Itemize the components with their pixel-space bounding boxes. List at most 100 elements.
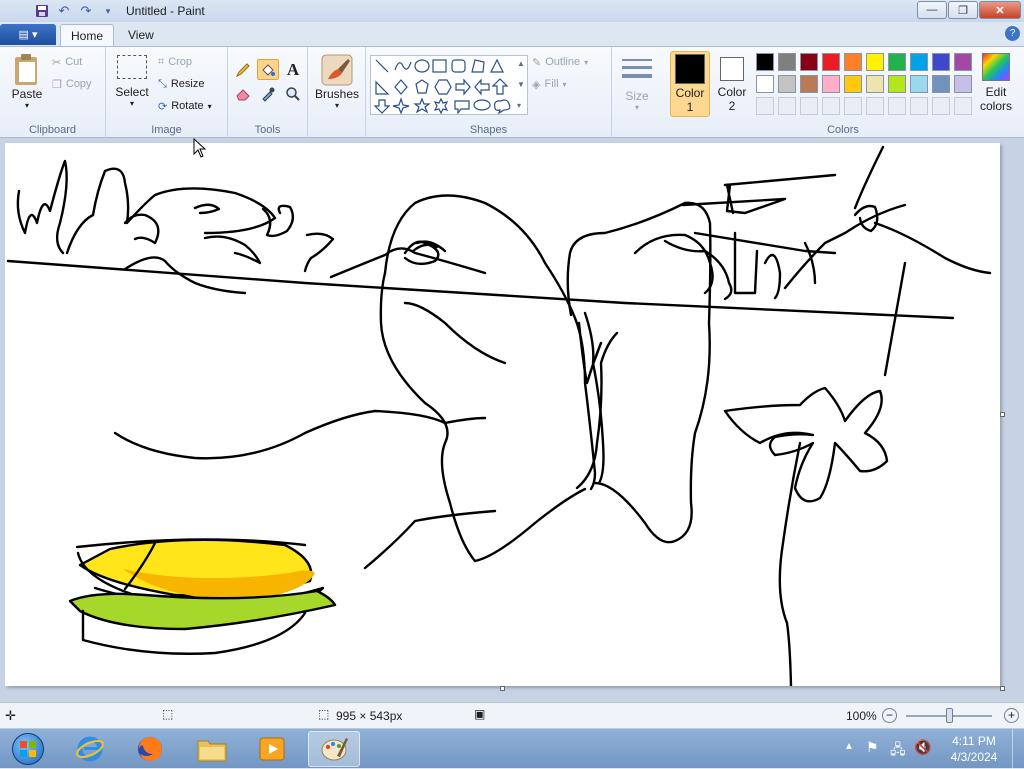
- custom-color-slot[interactable]: [756, 97, 774, 115]
- paint-menu-button[interactable]: ▤ ▾: [0, 24, 56, 45]
- volume-muted-icon[interactable]: 🔇: [914, 739, 931, 756]
- color1-label: Color: [675, 86, 705, 100]
- rotate-icon: ⟳: [158, 100, 168, 113]
- magnifier-icon[interactable]: [282, 83, 304, 104]
- horizon-line: [6, 259, 955, 320]
- resize-handle-right[interactable]: [1000, 412, 1005, 417]
- palette-swatch[interactable]: [932, 53, 950, 71]
- custom-color-slot[interactable]: [800, 97, 818, 115]
- palette-swatch[interactable]: [778, 53, 796, 71]
- size-button[interactable]: Size ▾: [618, 55, 656, 112]
- palette-swatch[interactable]: [910, 75, 928, 93]
- title-bar: ↶ ↷ ▾ Untitled - Paint — ❐ ✕: [0, 0, 1024, 22]
- image-size-icon: ⬚: [318, 707, 330, 721]
- cut-button[interactable]: ✂ Cut: [52, 53, 82, 71]
- palette-swatch[interactable]: [910, 53, 928, 71]
- canvas-workspace[interactable]: [0, 138, 1024, 702]
- up-arrow-shape-icon: [491, 78, 509, 95]
- resize-handle-corner[interactable]: [1000, 686, 1005, 691]
- paint-taskbar-icon[interactable]: [308, 731, 360, 767]
- palette-swatch[interactable]: [954, 53, 972, 71]
- palette-swatch[interactable]: [756, 75, 774, 93]
- color-picker-icon[interactable]: [257, 83, 279, 104]
- action-center-flag-icon[interactable]: ⚑: [866, 739, 879, 756]
- custom-color-slot[interactable]: [954, 97, 972, 115]
- palette-swatch[interactable]: [756, 53, 774, 71]
- tab-view[interactable]: View: [118, 24, 164, 46]
- palette-swatch[interactable]: [800, 53, 818, 71]
- palette-swatch[interactable]: [778, 75, 796, 93]
- zoom-out-button[interactable]: −: [882, 708, 897, 723]
- zoom-slider-thumb[interactable]: [946, 708, 953, 723]
- palette-swatch[interactable]: [932, 75, 950, 93]
- eraser-icon[interactable]: [232, 83, 254, 104]
- palette-swatch[interactable]: [954, 75, 972, 93]
- crop-button[interactable]: ⌗ Crop: [158, 53, 192, 71]
- redo-icon[interactable]: ↷: [78, 3, 94, 19]
- minimize-button[interactable]: —: [917, 1, 947, 19]
- help-icon[interactable]: ?: [1005, 26, 1020, 41]
- drawing-canvas[interactable]: [5, 143, 1000, 688]
- select-button[interactable]: Select ▾: [114, 55, 150, 108]
- text-icon[interactable]: A: [282, 59, 304, 80]
- media-player-icon[interactable]: [246, 731, 298, 767]
- color2-label: Color: [717, 85, 747, 99]
- start-button[interactable]: [2, 731, 54, 767]
- outline-button[interactable]: ✎ Outline ▾: [532, 53, 588, 71]
- custom-color-slot[interactable]: [778, 97, 796, 115]
- clock[interactable]: 4:11 PM 4/3/2024: [944, 733, 1004, 765]
- custom-color-slot[interactable]: [888, 97, 906, 115]
- rotate-button[interactable]: ⟳ Rotate ▾: [158, 97, 212, 115]
- palette-swatch[interactable]: [844, 53, 862, 71]
- undo-icon[interactable]: ↶: [56, 3, 72, 19]
- palette-swatch[interactable]: [866, 53, 884, 71]
- resize-button[interactable]: ⤡ Resize: [158, 75, 204, 93]
- palette-swatch[interactable]: [888, 75, 906, 93]
- pencil-icon[interactable]: [232, 59, 254, 80]
- palette-swatch[interactable]: [800, 75, 818, 93]
- custom-color-slot[interactable]: [822, 97, 840, 115]
- color2-button[interactable]: Color 2: [714, 53, 750, 113]
- shapes-group-label: Shapes: [469, 124, 508, 136]
- palette-swatch[interactable]: [822, 75, 840, 93]
- resize-label: Resize: [170, 78, 205, 90]
- custom-color-slot[interactable]: [910, 97, 928, 115]
- maximize-button[interactable]: ❐: [948, 1, 978, 19]
- crop-icon: ⌗: [158, 55, 165, 68]
- zoom-in-button[interactable]: +: [1004, 708, 1019, 723]
- network-icon[interactable]: 🖧: [890, 739, 906, 763]
- edit-colors-button[interactable]: Edit colors: [976, 53, 1016, 113]
- shapes-gallery[interactable]: ▲ ▼ ▾: [370, 55, 528, 115]
- file-explorer-icon[interactable]: [186, 731, 238, 767]
- palette-swatch[interactable]: [822, 53, 840, 71]
- show-hidden-icons-button[interactable]: ▲: [844, 741, 854, 752]
- resize-handle-bottom[interactable]: [500, 686, 505, 691]
- crop-label: Crop: [168, 56, 193, 68]
- taskbar: ▲ ⚑ 🖧 🔇 4:11 PM 4/3/2024: [0, 728, 1024, 769]
- select-label: Select: [115, 85, 149, 99]
- palette-swatch[interactable]: [844, 75, 862, 93]
- custom-color-slot[interactable]: [932, 97, 950, 115]
- palette-swatch[interactable]: [888, 53, 906, 71]
- brushes-button[interactable]: Brushes ▾: [314, 53, 360, 110]
- resize-icon: ⤡: [158, 77, 167, 90]
- show-desktop-button[interactable]: [1012, 729, 1024, 769]
- customize-toolbar-icon[interactable]: ▾: [100, 3, 116, 19]
- paste-button[interactable]: Paste ▾: [8, 53, 46, 110]
- custom-color-slot[interactable]: [844, 97, 862, 115]
- firefox-icon[interactable]: [124, 731, 176, 767]
- tab-home[interactable]: Home: [60, 24, 115, 46]
- custom-color-slot[interactable]: [866, 97, 884, 115]
- copy-button[interactable]: ❐ Copy: [52, 75, 92, 93]
- close-button[interactable]: ✕: [979, 1, 1021, 19]
- internet-explorer-icon[interactable]: [64, 731, 116, 767]
- line-shape-icon: [375, 59, 389, 73]
- mouse-cursor-icon: [193, 138, 207, 158]
- fill-button[interactable]: ◈ Fill ▾: [532, 75, 567, 93]
- color1-button[interactable]: Color 1: [670, 51, 710, 117]
- colors-group-label: Colors: [827, 124, 859, 136]
- five-point-star-shape-icon: [413, 97, 431, 114]
- save-icon[interactable]: [34, 3, 50, 19]
- fill-bucket-icon[interactable]: [257, 59, 279, 80]
- palette-swatch[interactable]: [866, 75, 884, 93]
